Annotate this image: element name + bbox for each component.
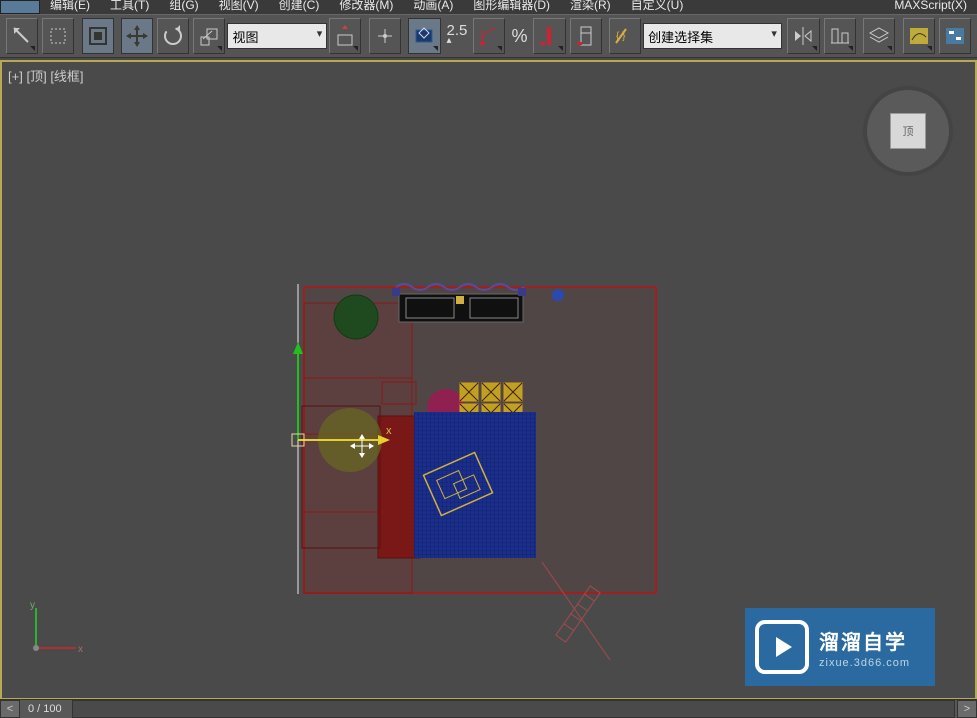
align-icon: [829, 25, 851, 47]
angle-snap-readout: 2.5 ▴: [443, 25, 472, 47]
app-button[interactable]: [0, 0, 40, 14]
menu-grapheditors[interactable]: 图形编辑器(D): [463, 0, 560, 14]
menu-animation[interactable]: 动画(A): [403, 0, 463, 14]
menu-create[interactable]: 创建(C): [269, 0, 330, 14]
angle-snap-icon: [478, 25, 500, 47]
move-icon: [126, 25, 148, 47]
manipulate-icon: [374, 25, 396, 47]
viewport[interactable]: [+] [顶] [线框] 顶: [0, 60, 977, 700]
curve-editor-button[interactable]: [903, 18, 935, 54]
select-region-button[interactable]: [42, 18, 74, 54]
menu-tools[interactable]: 工具(T): [100, 0, 159, 14]
angle-snap-button[interactable]: [473, 18, 505, 54]
percent-snap-icon: [538, 25, 560, 47]
select-and-move-button[interactable]: [121, 18, 153, 54]
scene-canvas: x: [2, 62, 975, 698]
pivot-icon: [334, 25, 356, 47]
watermark-play-icon: [755, 620, 809, 674]
curve-editor-icon: [908, 25, 930, 47]
menu-modifiers[interactable]: 修改器(M): [329, 0, 403, 14]
select-link-icon: [11, 25, 33, 47]
ref-coord-system-dropdown[interactable]: 视图: [227, 23, 327, 49]
watermark-url: zixue.3d66.com: [819, 657, 910, 669]
named-selection-edit-button[interactable]: { }: [609, 18, 641, 54]
axis-tripod: x y: [24, 600, 84, 660]
time-scroll-right[interactable]: >: [957, 700, 977, 718]
scale-icon: [198, 25, 220, 47]
watermark: 溜溜自学 zixue.3d66.com: [745, 608, 935, 686]
watermark-title: 溜溜自学: [819, 626, 910, 655]
rectangle-select-icon: [47, 25, 69, 47]
time-scroll-left[interactable]: <: [0, 700, 20, 718]
window-crossing-icon: [87, 25, 109, 47]
svg-text:x: x: [78, 644, 83, 655]
gizmo-x-label: x: [386, 425, 392, 437]
schematic-icon: [944, 25, 966, 47]
snap-toggle-button[interactable]: [408, 18, 440, 54]
spinner-snap-button[interactable]: [570, 18, 602, 54]
percent-snap-label: %: [507, 30, 531, 42]
menu-edit[interactable]: 编辑(E): [40, 0, 100, 14]
select-and-manipulate-button[interactable]: [369, 18, 401, 54]
select-object-button[interactable]: [82, 18, 114, 54]
menu-render[interactable]: 渲染(R): [560, 0, 621, 14]
menu-bar: 编辑(E) 工具(T) 组(G) 视图(V) 创建(C) 修改器(M) 动画(A…: [0, 0, 977, 14]
named-selection-value: 创建选择集: [648, 27, 713, 46]
named-selection-dropdown[interactable]: 创建选择集: [643, 23, 782, 49]
layers-icon: [868, 25, 890, 47]
spinner-snap-icon: [575, 25, 597, 47]
select-and-scale-button[interactable]: [193, 18, 225, 54]
menu-maxscript[interactable]: MAXScript(X): [884, 0, 977, 14]
mirror-button[interactable]: [787, 18, 819, 54]
time-slider-bar: < 0 / 100 >: [0, 699, 977, 718]
main-toolbar: 视图 2.5 ▴ % { } 创建选择集: [0, 14, 977, 58]
layer-manager-button[interactable]: [863, 18, 895, 54]
percent-snap-button[interactable]: [533, 18, 565, 54]
ref-coord-system-value: 视图: [232, 27, 258, 46]
menu-customize[interactable]: 自定义(U): [621, 0, 694, 14]
menu-group[interactable]: 组(G): [159, 0, 208, 14]
menu-view[interactable]: 视图(V): [209, 0, 269, 14]
snap-3d-icon: [413, 25, 435, 47]
named-selection-icon: { }: [614, 25, 636, 47]
select-link-button[interactable]: [6, 18, 38, 54]
svg-text:y: y: [30, 600, 35, 611]
select-and-rotate-button[interactable]: [157, 18, 189, 54]
rotate-icon: [162, 25, 184, 47]
align-button[interactable]: [824, 18, 856, 54]
mirror-icon: [792, 25, 814, 47]
frame-readout: 0 / 100: [20, 703, 70, 715]
time-slider-track[interactable]: [72, 700, 955, 718]
use-pivot-center-button[interactable]: [329, 18, 361, 54]
schematic-view-button[interactable]: [939, 18, 971, 54]
